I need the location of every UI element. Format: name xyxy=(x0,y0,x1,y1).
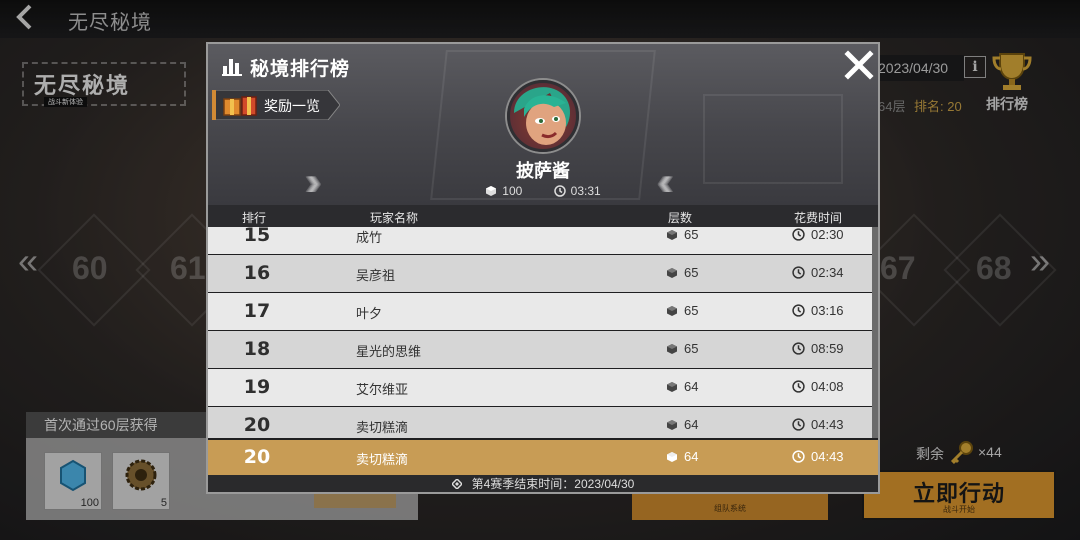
floor-cube-icon xyxy=(667,452,677,462)
clock-icon xyxy=(792,380,805,393)
floor-cube-icon xyxy=(667,344,677,354)
player-floor: 100 xyxy=(502,184,523,198)
reward-list-label: 奖励一览 xyxy=(264,98,320,114)
clock-icon xyxy=(792,228,805,241)
row-name: 吴彦祖 xyxy=(356,268,396,283)
leaderboard-modal: ››››› ‹‹‹‹‹ 秘境排行榜 奖励一览 披萨酱 100 03:31 排行 … xyxy=(206,42,880,494)
gift-chest-icon xyxy=(223,96,257,116)
my-rank: 20 xyxy=(243,446,271,468)
table-row[interactable]: 20 卖切糕滴 64 04:43 xyxy=(208,407,872,438)
table-row[interactable]: 18 星光的思维 65 08:59 xyxy=(208,331,872,368)
clock-icon xyxy=(792,450,805,463)
col-rank: 排行 xyxy=(242,211,267,225)
modal-header: ››››› ‹‹‹‹‹ 秘境排行榜 奖励一览 披萨酱 100 03:31 xyxy=(208,44,878,205)
row-rank: 19 xyxy=(243,376,271,398)
my-rank-row: 20 卖切糕滴 64 04:43 xyxy=(208,440,878,475)
row-floor: 65 xyxy=(666,303,698,318)
bar-chart-icon xyxy=(222,59,242,76)
row-time: 04:43 xyxy=(792,417,844,432)
my-floor: 64 xyxy=(666,449,698,464)
row-floor: 64 xyxy=(666,379,698,394)
row-rank: 15 xyxy=(243,227,271,246)
diamond-icon xyxy=(450,477,463,491)
floor-cube-icon xyxy=(667,230,677,240)
row-name: 叶夕 xyxy=(356,306,383,321)
my-time: 04:43 xyxy=(792,449,844,464)
col-floor: 层数 xyxy=(668,211,693,225)
col-time: 花费时间 xyxy=(794,211,843,225)
close-icon[interactable] xyxy=(844,50,874,80)
clock-icon xyxy=(792,266,805,279)
row-floor: 64 xyxy=(666,417,698,432)
row-floor: 65 xyxy=(666,227,698,242)
row-floor: 65 xyxy=(666,341,698,356)
row-rank: 20 xyxy=(243,414,271,436)
player-time: 03:31 xyxy=(570,184,601,198)
clock-icon xyxy=(553,185,566,197)
row-name: 成竹 xyxy=(356,230,383,245)
row-rank: 18 xyxy=(243,338,271,360)
row-rank: 16 xyxy=(243,262,271,284)
row-time: 02:30 xyxy=(792,227,844,242)
leaderboard-list[interactable]: 15 成竹 65 02:30 16 吴彦祖 65 02:34 17 叶夕 65 … xyxy=(208,227,872,438)
clock-icon xyxy=(792,418,805,431)
table-row[interactable]: 15 成竹 65 02:30 xyxy=(208,227,872,254)
row-time: 08:59 xyxy=(792,341,844,356)
table-row[interactable]: 16 吴彦祖 65 02:34 xyxy=(208,255,872,292)
my-name: 卖切糕滴 xyxy=(356,452,409,467)
player-floor-stat: 100 xyxy=(485,184,522,198)
row-name: 艾尔维亚 xyxy=(356,382,409,397)
floor-cube-icon xyxy=(667,382,677,392)
col-name: 玩家名称 xyxy=(370,211,419,225)
floor-cube-icon xyxy=(486,186,497,196)
player-avatar xyxy=(507,80,579,152)
clock-icon xyxy=(792,342,805,355)
player-stats: 100 03:31 xyxy=(208,184,878,198)
row-name: 星光的思维 xyxy=(356,344,422,359)
player-time-stat: 03:31 xyxy=(553,184,601,198)
list-scrollbar[interactable] xyxy=(872,227,878,438)
floor-cube-icon xyxy=(667,306,677,316)
floor-cube-icon xyxy=(667,268,677,278)
row-floor: 65 xyxy=(666,265,698,280)
season-end-bar: 第4赛季结束时间：2023/04/30 xyxy=(208,475,878,492)
table-header: 排行 玩家名称 层数 花费时间 xyxy=(208,205,878,227)
row-rank: 17 xyxy=(243,300,271,322)
reward-list-button[interactable]: 奖励一览 xyxy=(212,90,340,120)
floor-cube-icon xyxy=(667,420,677,430)
row-name: 卖切糕滴 xyxy=(356,420,409,435)
table-row[interactable]: 17 叶夕 65 03:16 xyxy=(208,293,872,330)
avatar-portrait xyxy=(514,87,570,145)
clock-icon xyxy=(792,304,805,317)
player-name: 披萨酱 xyxy=(516,161,570,181)
row-time: 04:08 xyxy=(792,379,844,394)
row-time: 03:16 xyxy=(792,303,844,318)
season-end-text: 第4赛季结束时间：2023/04/30 xyxy=(471,477,635,491)
row-time: 02:34 xyxy=(792,265,844,280)
modal-title: 秘境排行榜 xyxy=(250,59,351,80)
table-row[interactable]: 19 艾尔维亚 64 04:08 xyxy=(208,369,872,406)
